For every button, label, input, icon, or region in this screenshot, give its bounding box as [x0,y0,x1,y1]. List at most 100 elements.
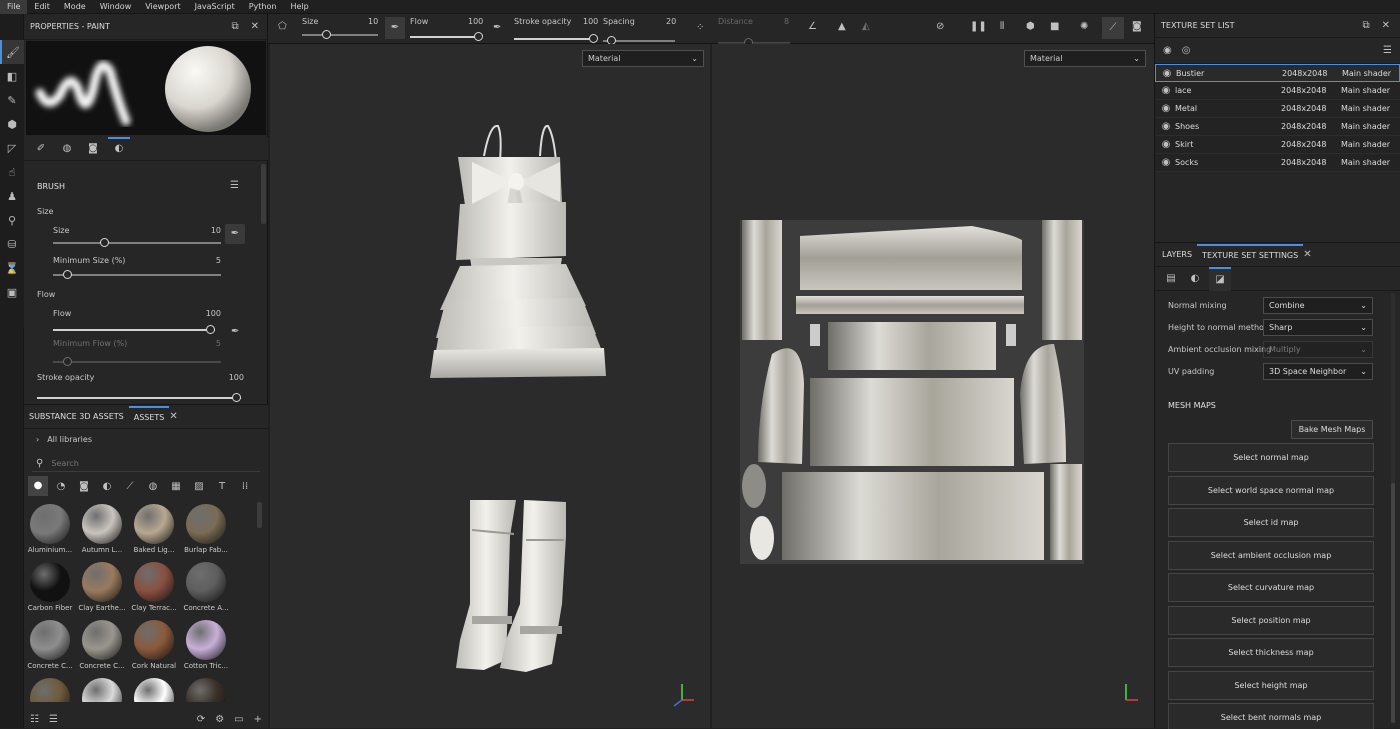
texture-set-row[interactable]: ◉ Skirt 2048x2048 Main shader [1155,136,1400,154]
filter-grunge-icon[interactable]: ▦ [166,481,186,492]
tab-material-icon[interactable]: ◐ [108,136,130,161]
asset-thumbnail[interactable] [76,676,128,702]
tab-layers[interactable]: LAYERS [1157,244,1197,266]
geometry-fill-tool-icon[interactable]: ⬢ [0,112,24,136]
asset-thumbnail[interactable] [180,676,232,702]
asset-thumbnail[interactable]: Autumn L... [76,502,128,560]
float-icon[interactable]: ⧉ [1362,20,1369,31]
toolbar-flow-pen-icon[interactable]: ✒ [493,22,501,33]
smudge-tool-icon[interactable]: ☝ [0,160,24,184]
lazy-mouse-icon[interactable]: ⁘ [696,22,704,33]
menu-javascript[interactable]: JavaScript [188,0,242,14]
stroke-opacity-slider[interactable] [37,393,241,402]
filter-texture-icon[interactable]: ▨ [189,481,209,492]
settings-icon[interactable]: ⚙ [215,714,224,725]
mesh-map-select-button[interactable]: Select id map [1168,508,1374,537]
expand-chevron-icon[interactable]: › [36,435,39,444]
object-icon[interactable]: ⬢ [1026,21,1035,32]
toolbar-spacing-slider[interactable] [603,36,675,45]
tab-texture-set-settings[interactable]: TEXTURE SET SETTINGS [1197,243,1304,266]
settings-scrollbar-track[interactable] [1391,293,1395,723]
filter-alpha-icon[interactable]: ◍ [143,481,163,492]
paint-mode-button[interactable]: ⟋ [1102,17,1124,39]
projection-tool-icon[interactable]: ✎ [0,88,24,112]
brush-menu-icon[interactable]: ☰ [230,180,239,191]
eye-icon[interactable]: ◉ [1157,157,1175,168]
assets-close-icon[interactable]: ✕ [169,411,177,422]
list-view-icon[interactable]: ☷ [30,714,39,725]
pen-pressure-button[interactable]: ✒ [225,224,245,244]
angle-icon[interactable]: ∠ [808,21,817,32]
tab-shader-icon[interactable]: ◐ [1185,273,1205,284]
menu-window[interactable]: Window [93,0,139,14]
filter-material-icon[interactable]: ● [28,476,48,496]
color-picker-tool-icon[interactable]: ⚲ [0,208,24,232]
mesh-map-select-button[interactable]: Select world space normal map [1168,475,1374,505]
split-view-icon[interactable]: ⫴ [1000,21,1004,32]
texture-set-row[interactable]: ◉ Metal 2048x2048 Main shader [1155,100,1400,118]
eye-icon[interactable]: ◎ [1182,45,1191,56]
filter-text-icon[interactable]: T [212,481,232,492]
tab-assets[interactable]: ASSETS [128,405,170,428]
mesh-map-select-button[interactable]: Select normal map [1168,443,1374,472]
texture-set-row[interactable]: ◉ lace 2048x2048 Main shader [1155,82,1400,100]
eye-icon[interactable]: ◉ [1157,103,1175,114]
assets-scrollbar[interactable] [257,502,262,528]
menu-help[interactable]: Help [283,0,315,14]
clone-tool-icon[interactable]: ♟ [0,184,24,208]
filter-mask-icon[interactable]: ◙ [74,481,94,492]
menu-mode[interactable]: Mode [57,0,93,14]
tab-channels-icon[interactable]: ▤ [1161,273,1181,284]
asset-thumbnail[interactable]: Concrete C... [76,618,128,676]
eye-icon[interactable]: ◉ [1157,121,1175,132]
flow-slider[interactable] [53,325,215,334]
asset-thumbnail[interactable]: Clay Earthe... [76,560,128,618]
mesh-map-select-button[interactable]: Select position map [1168,605,1374,635]
asset-thumbnail[interactable]: Clay Terrac... [128,560,180,618]
close-icon[interactable]: ✕ [251,21,259,32]
tab-mesh-maps-icon[interactable]: ◪ [1209,266,1231,291]
tab-stencil-icon[interactable]: ◙ [82,143,104,154]
pause-icon[interactable]: ❚❚ [970,21,987,32]
menu-python[interactable]: Python [242,0,284,14]
tab-alpha-icon[interactable]: ◍ [56,143,78,154]
measure-tool-icon[interactable]: ⌛ [0,256,24,280]
eye-icon[interactable]: ◉ [1157,139,1175,150]
viewport-3d[interactable]: Material ⌄ [270,44,710,728]
export-tool-icon[interactable]: ▣ [0,280,24,304]
filter-brush-icon[interactable]: ⟋ [120,481,140,492]
libraries-label[interactable]: All libraries [47,435,92,444]
filter-smart-material-icon[interactable]: ◔ [51,481,71,492]
texture-set-row[interactable]: ◉ Bustier 2048x2048 Main shader [1155,64,1400,82]
min-size-slider[interactable] [53,270,221,279]
toolbar-flow-slider[interactable] [410,32,483,41]
mesh-map-select-button[interactable]: Select thickness map [1168,638,1374,667]
properties-scrollbar[interactable] [261,164,266,224]
eye-icon[interactable]: ◉ [1157,85,1175,96]
size-slider[interactable] [53,238,221,247]
paint-brush-tool-icon[interactable]: 🖌 [0,40,24,64]
asset-thumbnail[interactable]: Cotton Tric... [180,618,232,676]
mesh-map-select-button[interactable]: Select ambient occlusion map [1168,540,1374,570]
texture-set-row[interactable]: ◉ Socks 2048x2048 Main shader [1155,154,1400,172]
tab-brush-icon[interactable]: ✐ [30,143,52,154]
height-normal-select[interactable]: Sharp ⌄ [1263,319,1373,336]
screenshot-icon[interactable]: ◙ [1132,21,1142,32]
mirror-icon[interactable]: ▲ [838,21,846,32]
texture-set-row[interactable]: ◉ Shoes 2048x2048 Main shader [1155,118,1400,136]
tab-substance-assets[interactable]: SUBSTANCE 3D ASSETS [24,406,129,428]
asset-thumbnail[interactable]: Cork Natural [128,618,180,676]
asset-thumbnail[interactable]: Aluminium... [24,502,76,560]
normal-mixing-select[interactable]: Combine ⌄ [1263,297,1373,314]
toolbar-stroke-slider[interactable] [514,34,598,43]
eye-icon[interactable]: ◉ [1158,68,1176,79]
refresh-icon[interactable]: ⟳ [197,714,205,725]
add-icon[interactable]: + [254,714,262,725]
assets-search[interactable]: ⚲ [32,456,260,472]
mesh-map-select-button[interactable]: Select height map [1168,670,1374,700]
menu-file[interactable]: File [0,0,28,14]
settings-close-icon[interactable]: ✕ [1303,249,1311,260]
uv-padding-select[interactable]: 3D Space Neighbor ⌄ [1263,363,1373,380]
flow-pen-icon[interactable]: ✒ [231,326,239,337]
menu-viewport[interactable]: Viewport [138,0,187,14]
